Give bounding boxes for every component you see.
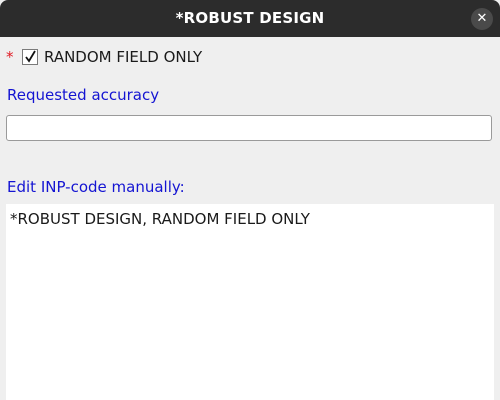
title-bar: *ROBUST DESIGN ✕ <box>0 0 500 37</box>
window-title: *ROBUST DESIGN <box>175 9 325 27</box>
edit-inp-code-label: Edit INP-code manually: <box>7 178 185 196</box>
requested-accuracy-input[interactable] <box>6 115 492 141</box>
requested-accuracy-label: Requested accuracy <box>7 86 160 104</box>
random-field-only-label: RANDOM FIELD ONLY <box>44 48 203 66</box>
close-button[interactable]: ✕ <box>471 8 493 30</box>
random-field-only-row: * RANDOM FIELD ONLY <box>6 46 202 68</box>
inp-code-editor[interactable]: *ROBUST DESIGN, RANDOM FIELD ONLY <box>6 204 494 400</box>
robust-design-dialog: *ROBUST DESIGN ✕ * RANDOM FIELD ONLY Req… <box>0 0 500 400</box>
close-icon: ✕ <box>476 11 488 26</box>
random-field-only-checkbox[interactable] <box>22 49 38 65</box>
required-marker: * <box>6 48 14 66</box>
checkmark-icon <box>25 50 36 63</box>
